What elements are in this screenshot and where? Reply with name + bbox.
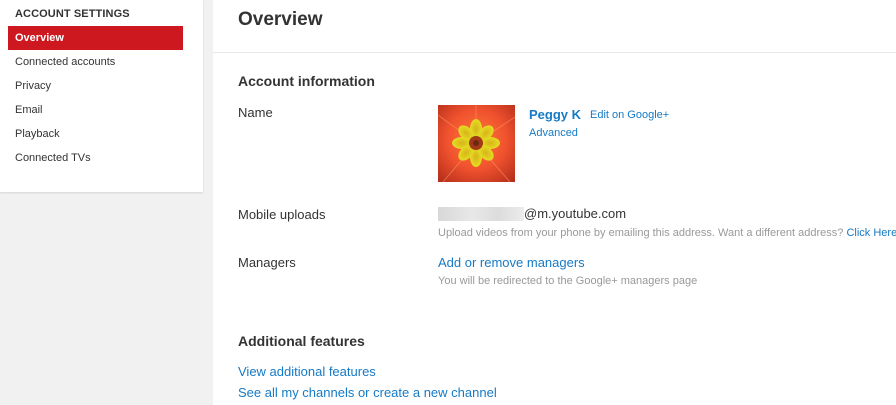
channels-link[interactable]: See all my channels or create a new chan… (238, 385, 497, 400)
sidebar-item-connected-accounts[interactable]: Connected accounts (8, 50, 183, 74)
sidebar-item-overview[interactable]: Overview (8, 26, 183, 50)
account-information-heading: Account information (238, 73, 375, 89)
main-content: Overview Account information Name Peggy … (213, 0, 896, 405)
mobile-uploads-hint: Upload videos from your phone by emailin… (438, 227, 896, 239)
redacted-email-prefix (438, 207, 524, 221)
sidebar: ACCOUNT SETTINGS Overview Connected acco… (0, 0, 203, 192)
managers-hint: You will be redirected to the Google+ ma… (438, 275, 698, 287)
sidebar-item-email[interactable]: Email (8, 98, 183, 122)
sidebar-heading: ACCOUNT SETTINGS (15, 8, 130, 20)
sidebar-item-playback[interactable]: Playback (8, 122, 183, 146)
flower-image (438, 105, 515, 182)
sidebar-item-connected-tvs[interactable]: Connected TVs (8, 146, 183, 170)
additional-features-heading: Additional features (238, 333, 365, 349)
user-name-link[interactable]: Peggy K (529, 107, 581, 122)
managers-label: Managers (238, 255, 296, 270)
sidebar-item-privacy[interactable]: Privacy (8, 74, 183, 98)
page-title: Overview (238, 9, 323, 30)
add-remove-managers-link[interactable]: Add or remove managers (438, 255, 585, 270)
title-divider (213, 52, 896, 53)
view-additional-features-link[interactable]: View additional features (238, 364, 376, 379)
edit-on-google-plus-link[interactable]: Edit on Google+ (590, 109, 669, 121)
name-label: Name (238, 105, 273, 120)
advanced-link[interactable]: Advanced (529, 127, 578, 139)
click-here-link[interactable]: Click Here (846, 227, 896, 239)
profile-avatar[interactable] (438, 105, 515, 182)
mobile-hint-text: Upload videos from your phone by emailin… (438, 227, 844, 239)
mobile-email-domain: @m.youtube.com (524, 206, 627, 221)
mobile-uploads-label: Mobile uploads (238, 207, 326, 222)
